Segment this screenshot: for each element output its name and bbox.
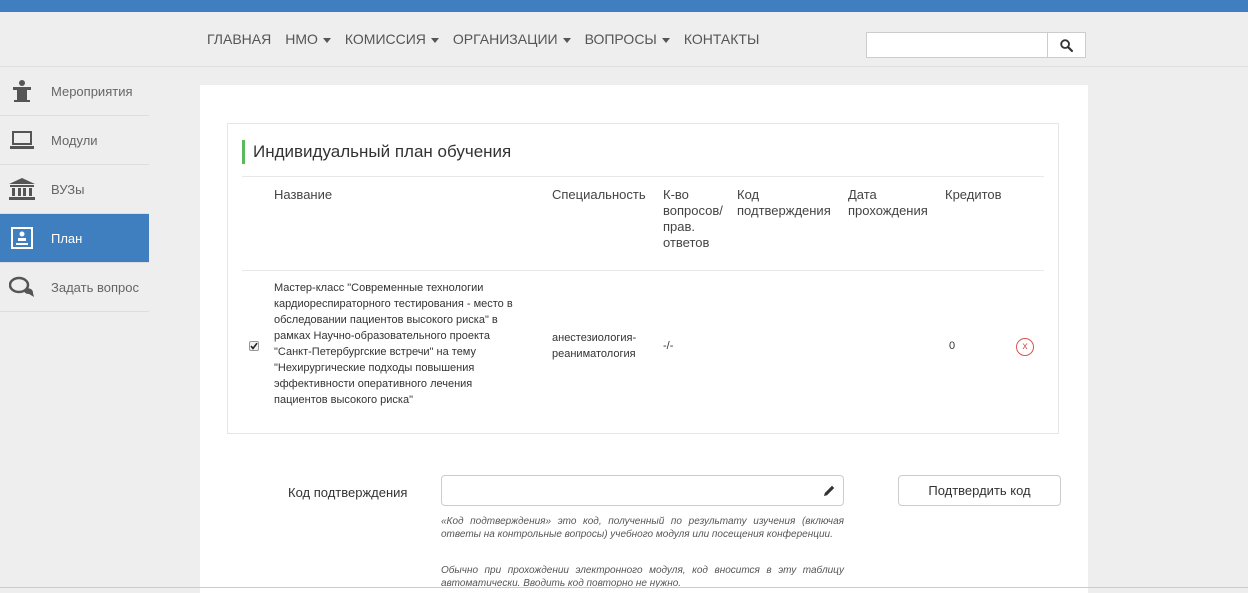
- header-name: Название: [274, 187, 333, 202]
- caret-down-icon: [562, 37, 571, 43]
- confirmation-code-label: Код подтверждения: [288, 485, 408, 500]
- main-content: Индивидуальный план обучения Название Сп…: [200, 85, 1088, 593]
- divider: [242, 270, 1044, 271]
- caret-down-icon: [430, 37, 439, 43]
- sidebar-item-events[interactable]: Мероприятия: [0, 67, 149, 116]
- window-bottom-border: [0, 587, 1248, 588]
- pencil-icon: [824, 485, 835, 496]
- row-specialty: анестезиология- реаниматология: [552, 332, 637, 360]
- row-credits: 0: [949, 340, 956, 352]
- sidebar-item-universities[interactable]: ВУЗы: [0, 165, 149, 214]
- header-count: К-во вопросов/ прав. ответов: [663, 187, 723, 250]
- row-answers-count: -/-: [663, 340, 674, 352]
- search-box: [866, 32, 1086, 58]
- search-input[interactable]: [866, 32, 1047, 58]
- university-icon: [9, 176, 35, 202]
- header-specialty: Специальность: [552, 187, 646, 202]
- nav-item-contacts[interactable]: КОНТАКТЫ: [684, 31, 760, 47]
- sidebar-item-modules[interactable]: Модули: [0, 116, 149, 165]
- close-icon: x: [1022, 341, 1028, 352]
- plan-panel: Индивидуальный план обучения Название Сп…: [227, 123, 1059, 434]
- nav-item-organizations[interactable]: ОРГАНИЗАЦИИ: [453, 31, 571, 47]
- top-navbar: ГЛАВНАЯ НМО КОМИССИЯ ОРГАНИЗАЦИИ ВОПРОСЫ…: [0, 12, 1248, 67]
- nav-item-home[interactable]: ГЛАВНАЯ: [207, 31, 271, 47]
- header-credits: Кредитов: [945, 187, 1002, 202]
- divider: [242, 176, 1044, 177]
- nav-item-questions[interactable]: ВОПРОСЫ: [585, 31, 670, 47]
- confirmation-code-input[interactable]: [441, 475, 844, 506]
- search-button[interactable]: [1047, 32, 1086, 58]
- top-accent-bar: [0, 0, 1248, 12]
- caret-down-icon: [661, 37, 670, 43]
- main-menu: ГЛАВНАЯ НМО КОМИССИЯ ОРГАНИЗАЦИИ ВОПРОСЫ…: [207, 12, 773, 66]
- confirm-code-button[interactable]: Подтвердить код: [898, 475, 1061, 506]
- help-text-code: «Код подтверждения» это код, полученный …: [441, 516, 844, 540]
- row-course-name: Мастер-класс "Современные технологии кар…: [274, 282, 513, 406]
- nav-item-nmo[interactable]: НМО: [285, 31, 331, 47]
- delete-row-button[interactable]: x: [1016, 338, 1034, 356]
- checkmark-icon: [250, 342, 258, 350]
- search-icon: [1060, 38, 1073, 52]
- header-confirmation-code: Код подтверждения: [737, 187, 831, 218]
- laptop-icon: [9, 127, 35, 153]
- sidebar-item-plan[interactable]: План: [0, 214, 149, 263]
- nav-item-commission[interactable]: КОМИССИЯ: [345, 31, 439, 47]
- lectern-icon: [9, 78, 35, 104]
- plan-icon: [9, 225, 35, 251]
- caret-down-icon: [322, 37, 331, 43]
- plan-title: Индивидуальный план обучения: [242, 140, 511, 164]
- sidebar-item-ask-question[interactable]: Задать вопрос: [0, 263, 149, 312]
- row-checkbox[interactable]: [249, 341, 259, 351]
- header-completion-date: Дата прохождения: [848, 187, 928, 218]
- chat-icon: [9, 274, 35, 300]
- sidebar: Мероприятия Модули ВУЗы План Задать вопр…: [0, 67, 149, 593]
